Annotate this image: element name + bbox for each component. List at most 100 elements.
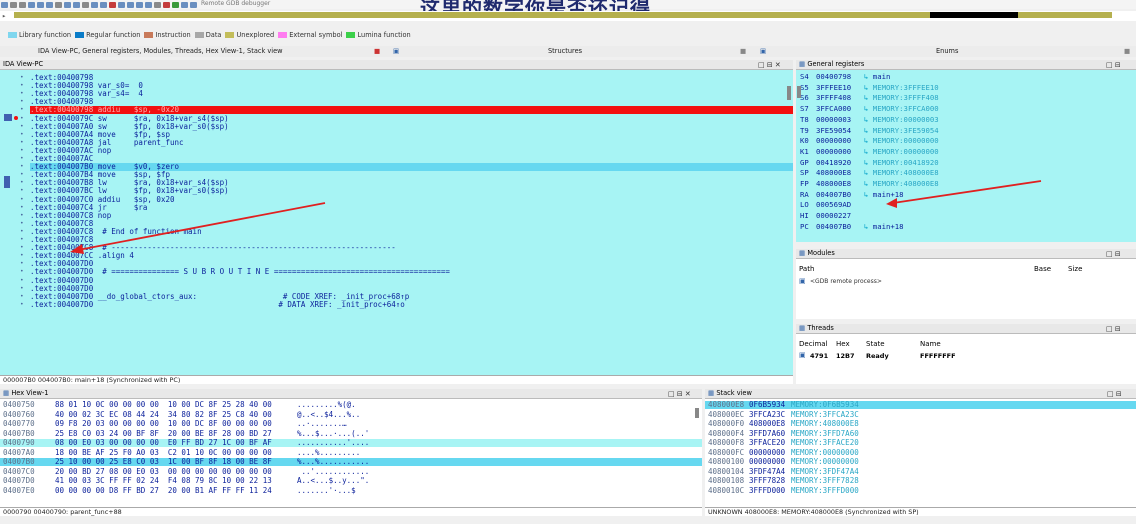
- hex-row[interactable]: 04007E0 00 00 00 00 D8 FF BD 27 20 00 B1 …: [0, 486, 702, 495]
- toolbar-icon[interactable]: [136, 1, 143, 8]
- hex-ascii[interactable]: ..'............: [297, 467, 370, 476]
- stack-target[interactable]: MEMORY:3FFFD000: [791, 486, 859, 495]
- threads-col-name[interactable]: Name: [920, 340, 941, 348]
- stack-row[interactable]: 408000E8 0F6B5934 MEMORY:0F6B5934: [705, 400, 1136, 410]
- stack-view-panel[interactable]: 408000E8 0F6B5934 MEMORY:0F6B5934 408000EC 3…: [705, 399, 1136, 507]
- stack-row[interactable]: 408000EC 3FFCA23C MEMORY:3FFCA23C: [705, 410, 1136, 419]
- close-icon[interactable]: ■: [1124, 47, 1130, 55]
- back-icon[interactable]: [10, 1, 17, 8]
- stack-target[interactable]: MEMORY:00000000: [791, 448, 859, 457]
- hex-bytes[interactable]: 25 E8 C0 03 24 00 BF 8F 20 00 BE 8F 28 0…: [55, 429, 272, 438]
- stack-target[interactable]: MEMORY:3FFD7A60: [791, 429, 859, 438]
- toolbar-icon[interactable]: [100, 1, 107, 8]
- window-controls[interactable]: □ ⊟: [1106, 61, 1121, 69]
- modules-col-base[interactable]: Base: [1034, 265, 1051, 273]
- hex-bytes[interactable]: 40 00 02 3C EC 08 44 24 34 80 82 8F 25 C…: [55, 410, 272, 419]
- hex-row[interactable]: 0400750 88 01 10 0C 00 00 00 00 10 00 DC …: [0, 400, 702, 409]
- pause-icon[interactable]: [181, 1, 188, 8]
- toolbar-icon[interactable]: [37, 1, 44, 8]
- stack-row[interactable]: 408000F8 3FFACE20 MEMORY:3FFACE20: [705, 438, 1136, 447]
- stack-value[interactable]: 0F6B5934: [749, 400, 785, 409]
- stack-row[interactable]: 40800100 00000000 MEMORY:00000000: [705, 457, 1136, 466]
- hex-row[interactable]: 04007B0 25 10 00 00 25 E8 C0 03 1C 00 BF …: [0, 457, 702, 467]
- stack-value[interactable]: 00000000: [749, 457, 785, 466]
- hex-row[interactable]: 04007B0 25 E8 C0 03 24 00 BF 8F 20 00 BE …: [0, 429, 702, 438]
- hex-ascii[interactable]: A..<...$..y...".: [297, 476, 369, 485]
- breakpoint-icon[interactable]: [109, 1, 116, 8]
- window-controls[interactable]: □ ⊟ ✕: [758, 61, 781, 69]
- stack-value[interactable]: 3FFFD000: [749, 486, 785, 495]
- hex-bytes[interactable]: 88 01 10 0C 00 00 00 00 10 00 DC 8F 25 2…: [55, 400, 272, 409]
- stack-row[interactable]: 408000FC 00000000 MEMORY:00000000: [705, 448, 1136, 457]
- close-icon[interactable]: ■: [374, 47, 380, 55]
- hex-ascii[interactable]: ...........'....: [297, 438, 369, 447]
- stack-value[interactable]: 3FFCA23C: [749, 410, 785, 419]
- hex-bytes[interactable]: 00 00 00 00 D8 FF BD 27 20 00 B1 AF FF F…: [55, 486, 272, 495]
- stack-value[interactable]: 408000E8: [749, 419, 785, 428]
- stack-value[interactable]: 3FFD7A60: [749, 429, 785, 438]
- toolbar-icon[interactable]: [154, 1, 161, 8]
- hex-bytes[interactable]: 18 00 BE AF 25 F0 A0 03 C2 01 10 0C 00 0…: [55, 448, 272, 457]
- toolbar-icon[interactable]: [73, 1, 80, 8]
- stack-target[interactable]: MEMORY:3FFCA23C: [791, 410, 859, 419]
- threads-col-state[interactable]: State: [866, 340, 885, 348]
- toolbar-icon[interactable]: [82, 1, 89, 8]
- stack-row[interactable]: 40800104 3FDF47A4 MEMORY:3FDF47A4: [705, 467, 1136, 476]
- window-controls[interactable]: □ ⊟ ✕: [668, 390, 691, 398]
- hex-ascii[interactable]: ..·.......…: [297, 419, 347, 428]
- hex-ascii[interactable]: ....%.........: [297, 448, 360, 457]
- tab-enums[interactable]: Enums: [936, 47, 958, 55]
- module-row-path[interactable]: <GDB remote process>: [810, 278, 882, 285]
- hex-ascii[interactable]: @..<..$4...%..: [297, 410, 360, 419]
- hex-ascii[interactable]: %...%...........: [297, 457, 369, 466]
- stop-icon[interactable]: [190, 1, 197, 8]
- stack-row[interactable]: 40800108 3FFF7828 MEMORY:3FFF7828: [705, 476, 1136, 485]
- toolbar-icon[interactable]: [118, 1, 125, 8]
- hex-view-panel[interactable]: 0400750 88 01 10 0C 00 00 00 00 10 00 DC …: [0, 399, 702, 507]
- window-controls[interactable]: □ ⊟: [1106, 325, 1121, 333]
- toolbar-icon[interactable]: [64, 1, 71, 8]
- stack-row[interactable]: 4080010C 3FFFD000 MEMORY:3FFFD000: [705, 486, 1136, 495]
- toolbar-icon[interactable]: [91, 1, 98, 8]
- close-icon[interactable]: ■: [740, 47, 746, 55]
- hex-bytes[interactable]: 08 00 E0 03 00 00 00 00 E0 FF BD 27 1C 0…: [55, 438, 272, 447]
- window-controls[interactable]: □ ⊟: [1107, 390, 1122, 398]
- stack-value[interactable]: 3FFACE20: [749, 438, 785, 447]
- hex-row[interactable]: 04007C0 20 00 BD 27 08 00 E0 03 00 00 00 …: [0, 467, 702, 476]
- window-controls[interactable]: □ ⊟: [1106, 250, 1121, 258]
- hex-row[interactable]: 04007D0 41 00 03 3C FF FF 02 24 F4 08 79 …: [0, 476, 702, 485]
- hex-bytes[interactable]: 20 00 BD 27 08 00 E0 03 00 00 00 00 00 0…: [55, 467, 272, 476]
- toolbar-icon[interactable]: [46, 1, 53, 8]
- stack-target[interactable]: MEMORY:408000E8: [791, 419, 859, 428]
- modules-col-size[interactable]: Size: [1068, 265, 1082, 273]
- toolbar-icon[interactable]: [55, 1, 62, 8]
- toolbar-icon[interactable]: [28, 1, 35, 8]
- stack-row[interactable]: 408000F4 3FFD7A60 MEMORY:3FFD7A60: [705, 429, 1136, 438]
- threads-col-hex[interactable]: Hex: [836, 340, 850, 348]
- stack-target[interactable]: MEMORY:3FFF7828: [791, 476, 859, 485]
- tab-main[interactable]: IDA View-PC, General registers, Modules,…: [38, 47, 283, 55]
- close-icon[interactable]: [163, 1, 170, 8]
- play-icon[interactable]: [172, 1, 179, 8]
- stack-value[interactable]: 3FFF7828: [749, 476, 785, 485]
- stack-value[interactable]: 3FDF47A4: [749, 467, 785, 476]
- stack-row[interactable]: 408000F0 408000E8 MEMORY:408000E8: [705, 419, 1136, 428]
- hex-bytes[interactable]: 09 F8 20 03 00 00 00 00 10 00 DC 8F 00 0…: [55, 419, 272, 428]
- hex-bytes[interactable]: 25 10 00 00 25 E8 C0 03 1C 00 BF 8F 18 0…: [55, 457, 272, 466]
- stack-target[interactable]: MEMORY:3FFACE20: [791, 438, 859, 447]
- stack-target[interactable]: MEMORY:00000000: [791, 457, 859, 466]
- stack-target[interactable]: MEMORY:0F6B5934: [791, 400, 859, 409]
- debugger-select[interactable]: Remote GDB debugger: [201, 0, 270, 7]
- toolbar-icon[interactable]: [127, 1, 134, 8]
- hex-row[interactable]: 0400790 08 00 E0 03 00 00 00 00 E0 FF BD …: [0, 438, 702, 448]
- thread-decimal[interactable]: 4791: [810, 352, 828, 360]
- hex-row[interactable]: 04007A0 18 00 BE AF 25 F0 A0 03 C2 01 10 …: [0, 448, 702, 457]
- hex-row[interactable]: 0400760 40 00 02 3C EC 08 44 24 34 80 82 …: [0, 410, 702, 419]
- save-icon[interactable]: [1, 1, 8, 8]
- stack-value[interactable]: 00000000: [749, 448, 785, 457]
- threads-col-decimal[interactable]: Decimal: [799, 340, 828, 348]
- hex-row[interactable]: 0400770 09 F8 20 03 00 00 00 00 10 00 DC …: [0, 419, 702, 428]
- hex-bytes[interactable]: 41 00 03 3C FF FF 02 24 F4 08 79 8C 10 0…: [55, 476, 272, 485]
- tab-structures[interactable]: Structures: [548, 47, 582, 55]
- toolbar-icon[interactable]: [145, 1, 152, 8]
